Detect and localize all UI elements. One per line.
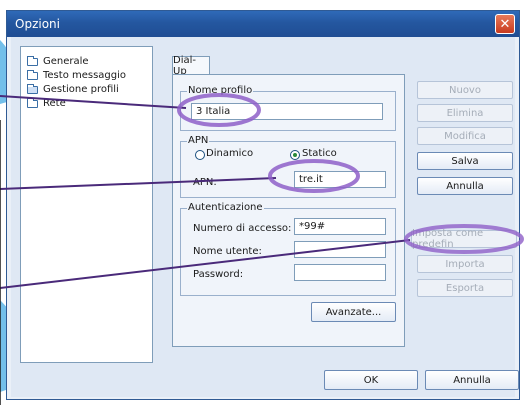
access-number-value: *99#: [299, 221, 326, 232]
radio-dinamico-label: Dinamico: [206, 148, 254, 159]
tab-dial-up[interactable]: Dial-Up: [172, 55, 210, 77]
folder-icon: [27, 69, 38, 80]
cancel-side-button[interactable]: Annulla: [417, 177, 513, 195]
radio-dinamico[interactable]: [195, 150, 205, 160]
username-label: Nome utente:: [193, 246, 262, 257]
set-default-button[interactable]: Imposta come predefin: [411, 228, 517, 250]
close-button[interactable]: ✕: [495, 14, 515, 34]
apn-group: APN Dinamico Statico APN: tre.it: [180, 135, 396, 198]
set-default-button-label: Imposta come predefin: [412, 228, 484, 250]
delete-button-label: Elimina: [446, 107, 484, 119]
access-number-label: Numero di accesso:: [193, 223, 292, 234]
apn-legend: APN: [187, 135, 210, 146]
cancel-side-button-label: Annulla: [446, 180, 484, 192]
dial-up-panel: Nome profilo 3 Italia APN Dinamico Stati…: [172, 74, 405, 347]
apn-value: tre.it: [299, 174, 323, 185]
page-root: Opzioni ✕ Generale Testo messaggio Gesti…: [0, 0, 526, 405]
auth-group: Autenticazione Numero di accesso: *99# N…: [180, 202, 396, 296]
new-button[interactable]: Nuovo: [417, 81, 513, 99]
tree-item-testo-messaggio[interactable]: Testo messaggio: [27, 69, 126, 82]
access-number-input[interactable]: *99#: [294, 218, 386, 235]
tree-item-label: Rete: [43, 98, 66, 109]
advanced-button-label: Avanzate...: [325, 306, 382, 318]
ok-button[interactable]: OK: [324, 370, 418, 390]
apn-input[interactable]: tre.it: [294, 171, 386, 188]
window-title: Opzioni: [15, 17, 60, 31]
cancel-button-label: Annulla: [453, 374, 491, 386]
apn-field-label: APN:: [193, 177, 217, 188]
tree-item-generale[interactable]: Generale: [27, 55, 89, 68]
username-input[interactable]: [294, 241, 386, 258]
profile-name-group: Nome profilo 3 Italia: [180, 85, 396, 131]
tree-item-label: Gestione profili: [43, 84, 119, 95]
save-button[interactable]: Salva: [417, 152, 513, 170]
folder-icon: [27, 97, 38, 108]
profile-name-input[interactable]: 3 Italia: [191, 103, 383, 120]
advanced-button[interactable]: Avanzate...: [311, 302, 396, 322]
tree-item-gestione-profili[interactable]: Gestione profili: [27, 83, 119, 96]
new-button-label: Nuovo: [449, 84, 481, 96]
title-bar: Opzioni ✕: [7, 11, 519, 37]
modify-button-label: Modifica: [444, 130, 486, 142]
export-button-label: Esporta: [445, 282, 485, 294]
tree-item-label: Testo messaggio: [43, 70, 127, 81]
password-label: Password:: [193, 269, 244, 280]
tree-item-label: Generale: [43, 56, 89, 67]
radio-statico-label: Statico: [302, 148, 337, 159]
save-button-label: Salva: [451, 155, 479, 167]
password-input[interactable]: [294, 264, 386, 281]
folder-icon: [27, 55, 38, 66]
modify-button[interactable]: Modifica: [417, 127, 513, 145]
auth-legend: Autenticazione: [187, 202, 264, 213]
cancel-button[interactable]: Annulla: [425, 370, 519, 390]
folder-open-icon: [27, 83, 38, 94]
profile-name-legend: Nome profilo: [187, 85, 254, 96]
export-button[interactable]: Esporta: [417, 279, 513, 297]
tree-item-rete[interactable]: Rete: [27, 97, 66, 110]
import-button[interactable]: Importa: [417, 255, 513, 273]
profile-name-value: 3 Italia: [196, 106, 231, 117]
import-button-label: Importa: [445, 258, 485, 270]
delete-button[interactable]: Elimina: [417, 104, 513, 122]
options-tree: Generale Testo messaggio Gestione profil…: [20, 46, 153, 363]
radio-statico[interactable]: [290, 150, 300, 160]
ok-button-label: OK: [363, 374, 379, 386]
close-icon: ✕: [499, 16, 511, 32]
